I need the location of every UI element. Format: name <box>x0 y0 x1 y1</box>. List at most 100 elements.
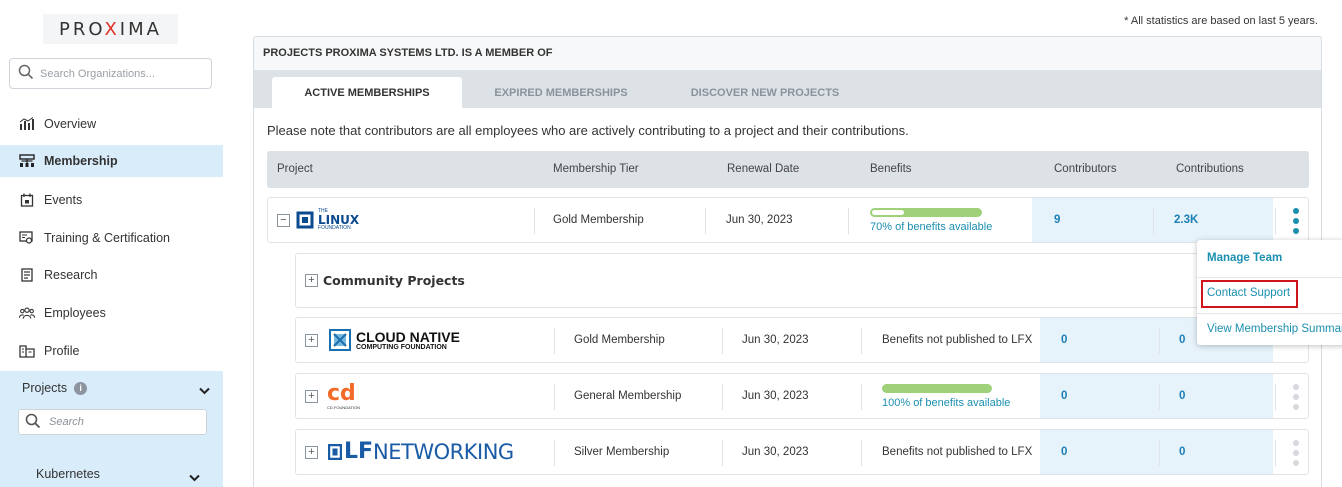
search-organizations-field[interactable] <box>9 58 212 89</box>
table-row-linux-foundation[interactable]: − THE LINUX FOUNDATION Gold Membership J… <box>267 197 1309 243</box>
projects-label: Projects <box>22 381 68 395</box>
sidebar-item-profile[interactable]: Profile <box>0 335 223 367</box>
project-item-kubernetes[interactable]: Kubernetes <box>36 467 100 481</box>
sidebar-item-label: Training & Certification <box>44 231 170 245</box>
search-icon <box>18 64 34 83</box>
membership-tier: General Membership <box>574 390 682 402</box>
benefits-progress-bar <box>870 207 982 217</box>
membership-tier: Gold Membership <box>553 214 644 226</box>
project-item-label: Kubernetes <box>36 467 100 481</box>
sidebar-item-label: Employees <box>44 306 106 320</box>
search-organizations-input[interactable] <box>40 67 200 80</box>
table-row-community-projects[interactable]: + Community Projects <box>295 253 1309 308</box>
collapse-button[interactable]: − <box>277 213 290 227</box>
lf-networking-logo: LF NETWORKING <box>328 430 514 474</box>
chevron-down-icon[interactable] <box>189 471 200 485</box>
calendar-icon <box>19 192 35 208</box>
tab-expired-memberships[interactable]: EXPIRED MEMBERSHIPS <box>467 77 655 108</box>
benefits-link[interactable]: 100% of benefits available <box>882 397 1010 409</box>
employees-icon <box>19 305 35 321</box>
contributions-count[interactable]: 0 <box>1179 430 1185 474</box>
membership-icon <box>19 153 35 169</box>
cd-foundation-logo: cd CD.FOUNDATION <box>327 374 360 418</box>
benefits-cell: 100% of benefits available <box>882 374 1010 418</box>
column-contributions[interactable]: Contributions <box>1176 163 1244 175</box>
manage-team-item[interactable]: Manage Team <box>1207 252 1282 264</box>
sidebar-item-label: Research <box>44 268 98 282</box>
membership-tier: Silver Membership <box>574 446 670 458</box>
logo-rest-text: NETWORKING <box>373 439 514 464</box>
renewal-date: Jun 30, 2023 <box>742 446 809 458</box>
proxima-logo[interactable]: PROXIMA <box>43 14 178 44</box>
expand-button[interactable]: + <box>305 389 318 403</box>
table-header: Project Membership Tier Renewal Date Ben… <box>267 151 1309 188</box>
contact-support-item[interactable]: Contact Support <box>1207 287 1290 299</box>
sidebar-item-label: Overview <box>44 117 97 131</box>
benefits-progress-bar <box>882 383 992 393</box>
contributors-count[interactable]: 0 <box>1061 374 1067 418</box>
logo-sub-text: COMPUTING FOUNDATION <box>356 343 447 351</box>
logo-main-text: CLOUD NATIVE <box>356 328 460 345</box>
sidebar-item-label: Membership <box>44 154 118 168</box>
column-renewal-date[interactable]: Renewal Date <box>727 163 799 175</box>
sidebar-item-research[interactable]: Research <box>0 259 223 291</box>
sidebar-item-membership[interactable]: Membership <box>0 145 223 177</box>
contributions-count[interactable]: 0 <box>1179 374 1185 418</box>
benefits-status: Benefits not published to LFX <box>882 334 1033 346</box>
contributors-highlight <box>1040 430 1273 474</box>
column-membership-tier[interactable]: Membership Tier <box>553 163 639 175</box>
logo-sub-text: CD.FOUNDATION <box>327 404 361 410</box>
column-project[interactable]: Project <box>277 163 313 175</box>
contributors-count[interactable]: 0 <box>1061 430 1067 474</box>
sidebar-item-employees[interactable]: Employees <box>0 297 223 329</box>
logo-main-text: LF <box>344 439 374 464</box>
tab-discover-new-projects[interactable]: DISCOVER NEW PROJECTS <box>672 77 858 108</box>
cncf-logo: CLOUD NATIVE COMPUTING FOUNDATION <box>329 318 460 362</box>
row-actions-menu: Manage Team Contact Support View Members… <box>1197 240 1342 345</box>
renewal-date: Jun 30, 2023 <box>742 334 809 346</box>
expand-button[interactable]: + <box>305 445 318 459</box>
contributions-count[interactable]: 0 <box>1179 318 1185 362</box>
more-options-icon[interactable] <box>1293 208 1299 234</box>
sidebar-item-label: Events <box>44 193 83 207</box>
projects-search-field[interactable] <box>18 409 207 435</box>
sidebar-item-overview[interactable]: Overview <box>0 108 223 140</box>
column-benefits[interactable]: Benefits <box>870 163 912 175</box>
column-contributors[interactable]: Contributors <box>1054 163 1117 175</box>
expand-button[interactable]: + <box>305 333 318 347</box>
expand-button[interactable]: + <box>305 274 318 287</box>
table-row-lf-networking[interactable]: + LF NETWORKING Silver Membership Jun 30… <box>295 429 1309 475</box>
table-row-cncf[interactable]: + CLOUD NATIVE COMPUTING FOUNDATION Gold… <box>295 317 1309 363</box>
statistics-note: * All statistics are based on last 5 yea… <box>1124 15 1318 27</box>
contributors-highlight <box>1040 374 1273 418</box>
projects-panel: Projects i Kubernetes <box>0 371 223 487</box>
sidebar-item-events[interactable]: Events <box>0 184 223 216</box>
sidebar-item-training-certification[interactable]: Training & Certification <box>0 222 223 254</box>
card-title: PROJECTS PROXIMA SYSTEMS LTD. IS A MEMBE… <box>263 47 553 59</box>
chart-icon <box>19 116 35 132</box>
contributors-count[interactable]: 9 <box>1054 198 1060 242</box>
logo-main-text: cd <box>327 380 356 406</box>
sidebar-item-label: Profile <box>44 344 80 358</box>
contributors-count[interactable]: 0 <box>1061 318 1067 362</box>
search-icon <box>25 413 41 432</box>
membership-tier: Gold Membership <box>574 334 665 346</box>
chevron-down-icon[interactable] <box>199 384 210 398</box>
info-icon[interactable]: i <box>74 381 88 395</box>
tabs-bar: ACTIVE MEMBERSHIPS EXPIRED MEMBERSHIPS D… <box>254 70 1321 108</box>
tab-active-memberships[interactable]: ACTIVE MEMBERSHIPS <box>272 77 462 108</box>
research-icon <box>19 267 35 283</box>
more-options-icon[interactable] <box>1293 384 1299 410</box>
renewal-date: Jun 30, 2023 <box>742 390 809 402</box>
contributions-count[interactable]: 2.3K <box>1174 198 1198 242</box>
more-options-icon[interactable] <box>1293 440 1299 466</box>
benefits-link[interactable]: 70% of benefits available <box>870 221 992 233</box>
view-membership-summary-item[interactable]: View Membership Summary <box>1207 323 1342 335</box>
renewal-date: Jun 30, 2023 <box>726 214 793 226</box>
projects-header[interactable]: Projects i <box>22 381 88 395</box>
linux-foundation-logo: THE LINUX FOUNDATION <box>296 198 359 242</box>
certification-icon <box>19 230 35 246</box>
contributors-note: Please note that contributors are all em… <box>267 123 909 138</box>
table-row-cd-foundation[interactable]: + cd CD.FOUNDATION General Membership Ju… <box>295 373 1309 419</box>
projects-search-input[interactable] <box>49 416 189 428</box>
